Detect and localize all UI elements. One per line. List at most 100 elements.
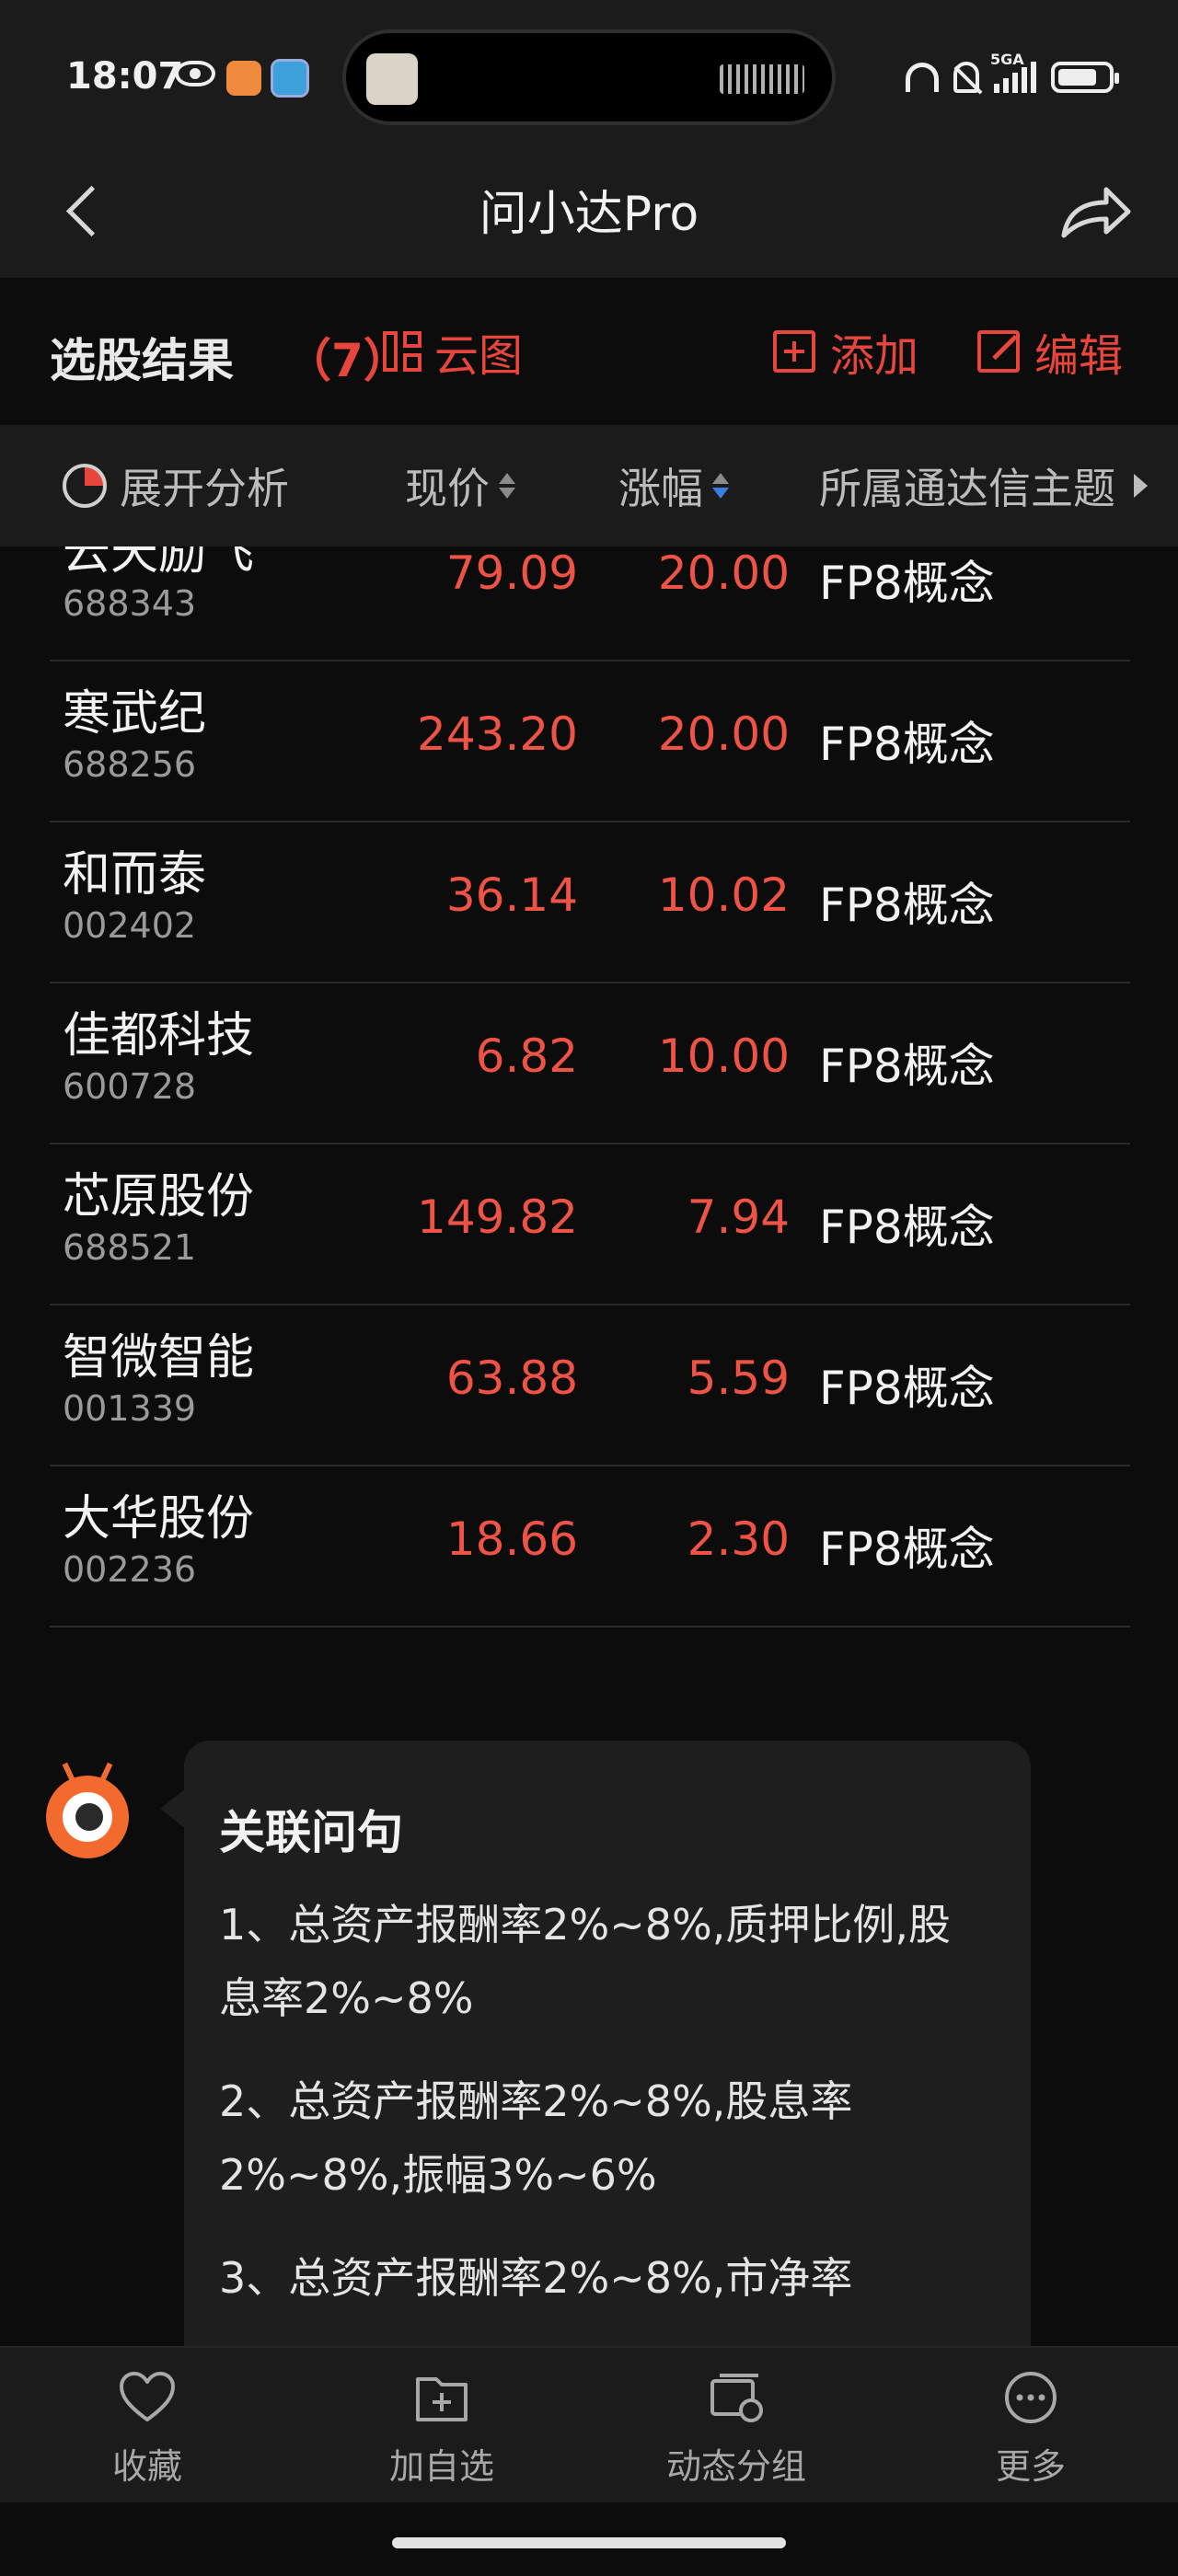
table-row[interactable]: 寒武纪 688256 243.20 20.00 FP8概念 xyxy=(50,661,1130,822)
sort-change-header[interactable]: 涨幅 xyxy=(618,460,729,513)
status-time: 18:07 xyxy=(66,55,184,98)
cloud-chart-button[interactable]: 云图 xyxy=(383,324,523,382)
add-folder-icon xyxy=(412,2370,471,2425)
add-label: 添加 xyxy=(830,330,919,382)
share-button[interactable] xyxy=(1057,175,1134,248)
dynamic-group-icon xyxy=(707,2370,766,2425)
stock-price: 36.14 xyxy=(445,868,578,922)
assistant-avatar xyxy=(46,1762,129,1866)
stock-theme: FP8概念 xyxy=(819,1362,995,1415)
home-indicator[interactable] xyxy=(392,2537,786,2548)
stock-change: 7.94 xyxy=(687,1190,790,1244)
stock-name: 芯原股份 xyxy=(63,1169,255,1225)
bottom-toolbar: 收藏 加自选 动态分组 更多 xyxy=(0,2346,1178,2502)
stock-theme: FP8概念 xyxy=(819,1040,995,1093)
table-row[interactable]: 佳都科技 600728 6.82 10.00 FP8概念 xyxy=(50,983,1130,1144)
app-notification-icon-2 xyxy=(271,59,309,98)
table-row[interactable]: 和而泰 002402 36.14 10.02 FP8概念 xyxy=(50,822,1130,983)
stock-name: 佳都科技 xyxy=(63,1008,255,1064)
expand-analysis-button[interactable]: 展开分析 xyxy=(63,460,289,513)
stock-code: 002236 xyxy=(63,1549,197,1590)
tab-add-watchlist-label: 加自选 xyxy=(388,2446,494,2487)
tab-add-watchlist[interactable]: 加自选 xyxy=(350,2370,534,2490)
related-question-item[interactable]: 1、总资产报酬率2%~8%,质押比例,股息率2%~8% xyxy=(219,1888,983,2035)
theme-header-label: 所属通达信主题 xyxy=(819,464,1115,513)
stock-name: 云天励飞 xyxy=(63,546,255,581)
app-notification-icon xyxy=(226,61,261,96)
price-header-label: 现价 xyxy=(405,464,490,513)
heart-icon xyxy=(118,2370,177,2425)
related-questions-title: 关联问句 xyxy=(219,1806,403,1859)
related-questions-card: 关联问句 1、总资产报酬率2%~8%,质押比例,股息率2%~8% 2、总资产报酬… xyxy=(160,1741,1031,2403)
stock-code: 688343 xyxy=(63,583,197,624)
signal-icon: 5GA xyxy=(990,51,1036,93)
tab-dynamic-group[interactable]: 动态分组 xyxy=(644,2370,828,2490)
stock-price: 243.20 xyxy=(417,707,578,761)
home-indicator-area xyxy=(0,2502,1178,2576)
stock-code: 002402 xyxy=(63,905,197,946)
tab-more[interactable]: 更多 xyxy=(939,2370,1123,2490)
results-header: 选股结果 （7） 云图 添加 编辑 xyxy=(0,278,1178,423)
dynamic-island[interactable] xyxy=(342,29,836,125)
sort-icon xyxy=(499,473,515,499)
stock-change: 20.00 xyxy=(657,546,790,600)
battery-icon xyxy=(1051,62,1119,93)
results-title: 选股结果 xyxy=(50,334,234,387)
related-question-item[interactable]: 2、总资产报酬率2%~8%,股息率2%~8%,振幅3%~6% xyxy=(219,2064,983,2212)
table-row[interactable]: 智微智能 001339 63.88 5.59 FP8概念 xyxy=(50,1305,1130,1466)
stock-price: 149.82 xyxy=(417,1190,578,1244)
stock-change: 5.59 xyxy=(687,1351,790,1405)
page-title: 问小达Pro xyxy=(479,187,699,242)
table-row[interactable]: 大华股份 002236 18.66 2.30 FP8概念 xyxy=(50,1466,1130,1627)
media-thumbnail xyxy=(366,53,418,105)
add-button[interactable]: 添加 xyxy=(773,324,918,382)
table-row[interactable]: 芯原股份 688521 149.82 7.94 FP8概念 xyxy=(50,1144,1130,1305)
edit-button[interactable]: 编辑 xyxy=(977,324,1123,382)
status-icons: 5GA xyxy=(906,51,1119,98)
edit-icon xyxy=(977,330,1020,373)
sort-price-header[interactable]: 现价 xyxy=(405,460,515,513)
stock-change: 2.30 xyxy=(687,1512,790,1566)
stock-theme: FP8概念 xyxy=(819,557,995,610)
table-header: 展开分析 现价 涨幅 所属通达信主题 xyxy=(0,425,1178,546)
tab-dynamic-group-label: 动态分组 xyxy=(665,2446,806,2487)
stock-code: 688256 xyxy=(63,744,197,785)
mute-bell-icon xyxy=(953,62,979,93)
stock-theme: FP8概念 xyxy=(819,879,995,932)
tab-favorite[interactable]: 收藏 xyxy=(55,2370,239,2490)
scroll-right-icon[interactable] xyxy=(1134,474,1148,498)
stock-price: 63.88 xyxy=(445,1351,578,1405)
stock-price: 18.66 xyxy=(445,1512,578,1566)
audio-wave-icon xyxy=(720,64,804,94)
stock-code: 688521 xyxy=(63,1227,197,1268)
tab-more-label: 更多 xyxy=(995,2446,1066,2487)
stock-change: 10.00 xyxy=(657,1029,790,1083)
cloud-chart-icon xyxy=(383,331,422,372)
change-header-label: 涨幅 xyxy=(618,464,703,513)
stock-price: 6.82 xyxy=(475,1029,578,1083)
stock-name: 智微智能 xyxy=(63,1330,255,1386)
plus-square-icon xyxy=(773,330,815,373)
nav-bar: 问小达Pro xyxy=(0,147,1178,278)
theme-header[interactable]: 所属通达信主题 xyxy=(819,460,1148,513)
stock-code: 001339 xyxy=(63,1388,197,1429)
tab-favorite-label: 收藏 xyxy=(111,2446,182,2487)
network-type: 5GA xyxy=(990,51,1024,68)
stock-table: 云天励飞 688343 79.09 20.00 FP8概念 寒武纪 688256… xyxy=(0,546,1178,1643)
cloud-chart-label: 云图 xyxy=(434,330,524,382)
stock-price: 79.09 xyxy=(445,546,578,600)
sort-desc-icon xyxy=(712,473,729,499)
status-bar: 18:07 5GA xyxy=(0,0,1178,147)
stock-theme: FP8概念 xyxy=(819,718,995,771)
stock-code: 600728 xyxy=(63,1066,197,1107)
pie-chart-icon xyxy=(63,464,107,508)
stock-change: 20.00 xyxy=(657,707,790,761)
expand-analysis-label: 展开分析 xyxy=(120,464,289,513)
stock-name: 大华股份 xyxy=(63,1491,255,1547)
stock-theme: FP8概念 xyxy=(819,1201,995,1254)
eye-icon xyxy=(175,61,215,86)
stock-name: 寒武纪 xyxy=(63,686,207,742)
related-question-item[interactable]: 3、总资产报酬率2%~8%,市净率 xyxy=(219,2241,983,2315)
edit-label: 编辑 xyxy=(1034,330,1124,382)
table-row[interactable]: 云天励飞 688343 79.09 20.00 FP8概念 xyxy=(50,546,1130,661)
